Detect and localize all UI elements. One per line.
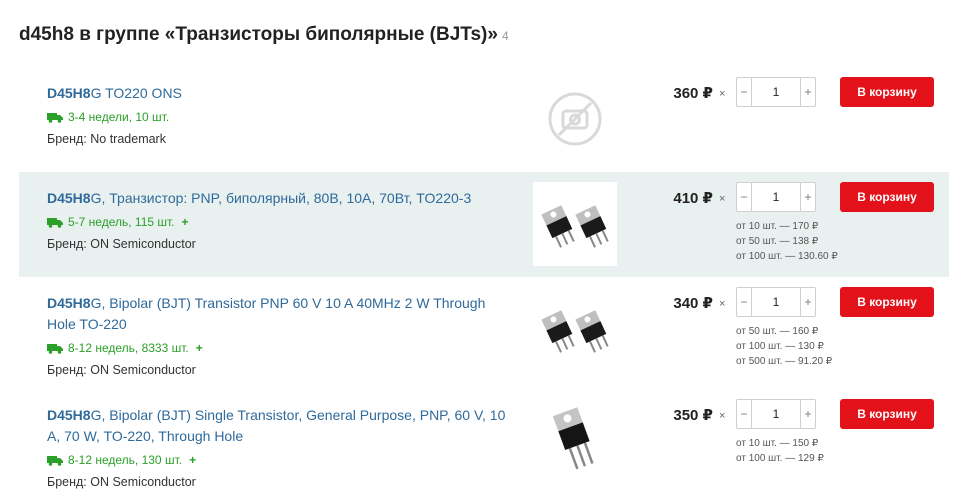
quantity-input[interactable]: 1 (752, 78, 800, 106)
stock-text: 3-4 недели, 10 шт. (68, 110, 170, 124)
times-sign: × (719, 88, 726, 100)
add-stock-icon[interactable]: + (182, 215, 189, 229)
quantity-stepper[interactable]: − 1 + (736, 399, 816, 429)
price-tier: от 100 шт. — 129 ₽ (736, 453, 824, 464)
stock-text: 5-7 недель, 115 шт. (68, 215, 175, 229)
price: 350 ₽ (673, 407, 713, 424)
increment-button[interactable]: + (800, 400, 815, 428)
quantity-input[interactable]: 1 (752, 400, 800, 428)
no-photo-icon (548, 92, 602, 146)
product-info: D45H8G, Транзистор: PNP, биполярный, 80В… (47, 188, 507, 251)
product-info: D45H8G TO220 ONS 3-4 недели, 10 шт. Брен… (47, 83, 507, 146)
price: 340 ₽ (673, 295, 713, 312)
quantity-input[interactable]: 1 (752, 183, 800, 211)
price-tier: от 50 шт. — 160 ₽ (736, 326, 819, 337)
product-image[interactable] (533, 182, 617, 266)
transistor-image (541, 310, 609, 353)
brand-text: Бренд: ON Semiconductor (47, 363, 196, 377)
product-row: D45H8G TO220 ONS 3-4 недели, 10 шт. Брен… (19, 67, 949, 172)
decrement-button[interactable]: − (737, 400, 752, 428)
price-tier: от 500 шт. — 91.20 ₽ (736, 356, 833, 367)
increment-button[interactable]: + (800, 183, 815, 211)
add-stock-icon[interactable]: + (189, 453, 196, 467)
quantity-input[interactable]: 1 (752, 288, 800, 316)
product-info: D45H8G, Bipolar (BJT) Transistor PNP 60 … (47, 293, 507, 377)
truck-icon (47, 455, 63, 466)
decrement-button[interactable]: − (737, 288, 752, 316)
stock-status: 8-12 недель, 130 шт. + (47, 453, 507, 467)
brand-text: Бренд: No trademark (47, 132, 166, 146)
product-title-link[interactable]: D45H8G, Bipolar (BJT) Transistor PNP 60 … (47, 293, 507, 335)
truck-icon (47, 343, 63, 354)
price-tier: от 10 шт. — 150 ₽ (736, 438, 819, 449)
truck-icon (47, 217, 63, 228)
price: 410 ₽ (673, 190, 713, 207)
page-title: d45h8 в группе «Транзисторы биполярные (… (19, 24, 509, 46)
product-title-link[interactable]: D45H8G TO220 ONS (47, 83, 507, 104)
transistor-image (541, 205, 609, 248)
times-sign: × (719, 193, 726, 205)
price: 360 ₽ (673, 85, 713, 102)
decrement-button[interactable]: − (737, 78, 752, 106)
times-sign: × (719, 298, 726, 310)
price-tier: от 100 шт. — 130.60 ₽ (736, 251, 838, 262)
quantity-stepper[interactable]: − 1 + (736, 182, 816, 212)
product-row: D45H8G, Bipolar (BJT) Single Transistor,… (19, 389, 949, 489)
increment-button[interactable]: + (800, 288, 815, 316)
brand-text: Бренд: ON Semiconductor (47, 237, 196, 251)
product-image[interactable] (533, 287, 617, 371)
product-title-link[interactable]: D45H8G, Транзистор: PNP, биполярный, 80В… (47, 188, 507, 209)
price-tiers: от 10 шт. — 150 ₽ от 100 шт. — 129 ₽ (736, 436, 824, 466)
results-count: 4 (501, 29, 509, 43)
increment-button[interactable]: + (800, 78, 815, 106)
transistor-image (552, 407, 594, 470)
product-image[interactable] (533, 77, 617, 161)
page-title-text: d45h8 в группе «Транзисторы биполярные (… (19, 24, 498, 45)
product-row: D45H8G, Транзистор: PNP, биполярный, 80В… (19, 172, 949, 277)
decrement-button[interactable]: − (737, 183, 752, 211)
product-info: D45H8G, Bipolar (BJT) Single Transistor,… (47, 405, 507, 489)
times-sign: × (719, 410, 726, 422)
add-to-cart-button[interactable]: В корзину (840, 77, 934, 107)
product-image[interactable] (533, 397, 617, 481)
stock-text: 8-12 недель, 130 шт. (68, 453, 183, 467)
add-to-cart-button[interactable]: В корзину (840, 287, 934, 317)
price-tier: от 50 шт. — 138 ₽ (736, 236, 819, 247)
price-tiers: от 10 шт. — 170 ₽ от 50 шт. — 138 ₽ от 1… (736, 219, 838, 264)
price-tiers: от 50 шт. — 160 ₽ от 100 шт. — 130 ₽ от … (736, 324, 832, 369)
add-to-cart-button[interactable]: В корзину (840, 399, 934, 429)
price-tier: от 100 шт. — 130 ₽ (736, 341, 824, 352)
quantity-stepper[interactable]: − 1 + (736, 77, 816, 107)
price-tier: от 10 шт. — 170 ₽ (736, 221, 819, 232)
stock-status: 3-4 недели, 10 шт. (47, 110, 507, 124)
stock-status: 5-7 недель, 115 шт. + (47, 215, 507, 229)
add-stock-icon[interactable]: + (196, 341, 203, 355)
brand-text: Бренд: ON Semiconductor (47, 475, 196, 489)
truck-icon (47, 112, 63, 123)
quantity-stepper[interactable]: − 1 + (736, 287, 816, 317)
product-row: D45H8G, Bipolar (BJT) Transistor PNP 60 … (19, 277, 949, 389)
product-title-link[interactable]: D45H8G, Bipolar (BJT) Single Transistor,… (47, 405, 507, 447)
stock-text: 8-12 недель, 8333 шт. (68, 341, 189, 355)
stock-status: 8-12 недель, 8333 шт. + (47, 341, 507, 355)
add-to-cart-button[interactable]: В корзину (840, 182, 934, 212)
